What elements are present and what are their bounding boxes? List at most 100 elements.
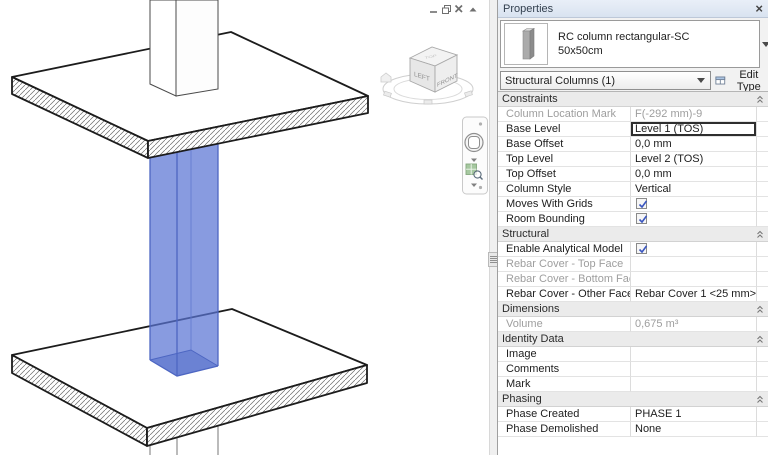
navigation-bar[interactable] <box>463 117 488 194</box>
property-value[interactable]: 0,0 mm <box>631 167 757 182</box>
collapse-section-icon[interactable] <box>756 395 764 404</box>
property-name: Enable Analytical Model <box>498 242 631 257</box>
property-row-volume[interactable]: Volume 0,675 m³ <box>498 317 768 332</box>
properties-table: Constraints Column Location Mark F(-292 … <box>498 91 768 455</box>
upper-column[interactable] <box>150 0 218 96</box>
property-name: Moves With Grids <box>498 197 631 212</box>
property-row-room-bounding[interactable]: Room Bounding <box>498 212 768 227</box>
property-row-rebar-cover-other-faces[interactable]: Rebar Cover - Other Faces Rebar Cover 1 … <box>498 287 768 302</box>
collapse-section-icon[interactable] <box>756 230 764 239</box>
property-row-enable-analytical-model[interactable]: Enable Analytical Model <box>498 242 768 257</box>
element-filter-dropdown[interactable]: Structural Columns (1) <box>500 71 711 90</box>
section-header-dimensions[interactable]: Dimensions <box>498 302 768 317</box>
column-preview-icon <box>505 24 547 64</box>
property-value <box>631 257 757 272</box>
property-row-column-location-mark[interactable]: Column Location Mark F(-292 mm)-9 <box>498 107 768 122</box>
type-name: RC column rectangular-SC 50x50cm <box>558 30 689 58</box>
property-name: Comments <box>498 362 631 377</box>
minimize-icon[interactable] <box>427 3 439 15</box>
close-window-icon[interactable] <box>453 3 465 15</box>
close-panel-icon[interactable]: × <box>755 4 763 14</box>
property-row-phase-demolished[interactable]: Phase Demolished None <box>498 422 768 437</box>
property-name: Image <box>498 347 631 362</box>
property-row-top-offset[interactable]: Top Offset 0,0 mm <box>498 167 768 182</box>
filter-selected-value: Structural Columns (1) <box>505 75 697 87</box>
section-header-identity-data[interactable]: Identity Data <box>498 332 768 347</box>
property-value: F(-292 mm)-9 <box>631 107 757 122</box>
property-name: Base Offset <box>498 137 631 152</box>
type-selector[interactable]: RC column rectangular-SC 50x50cm <box>500 20 760 68</box>
section-header-constraints[interactable]: Constraints <box>498 92 768 107</box>
property-value[interactable] <box>631 362 757 377</box>
property-name: Volume <box>498 317 631 332</box>
property-row-base-level[interactable]: Base Level Level 1 (TOS) <box>498 122 768 137</box>
property-value[interactable] <box>631 347 757 362</box>
type-name-line1: RC column rectangular-SC <box>558 30 689 44</box>
section-label: Structural <box>502 228 756 240</box>
property-value[interactable]: PHASE 1 <box>631 407 757 422</box>
section-label: Phasing <box>502 393 756 405</box>
drawing-area[interactable]: TOP LEFT FRONT <box>0 0 489 455</box>
type-dropdown-arrow-icon[interactable] <box>762 42 768 47</box>
property-row-base-offset[interactable]: Base Offset 0,0 mm <box>498 137 768 152</box>
property-row-rebar-cover-bottom-face[interactable]: Rebar Cover - Bottom Face <box>498 272 768 287</box>
revit-window: TOP LEFT FRONT <box>0 0 768 455</box>
panel-splitter[interactable] <box>489 0 497 455</box>
property-value[interactable] <box>631 212 757 227</box>
edit-type-button[interactable]: Edit Type <box>715 71 768 90</box>
section-header-phasing[interactable]: Phasing <box>498 392 768 407</box>
collapse-section-icon[interactable] <box>756 95 764 104</box>
property-name: Phase Demolished <box>498 422 631 437</box>
property-row-comments[interactable]: Comments <box>498 362 768 377</box>
viewcube[interactable]: TOP LEFT FRONT <box>381 47 473 104</box>
properties-title-bar[interactable]: Properties × <box>498 0 768 18</box>
property-value[interactable] <box>631 377 757 392</box>
section-label: Identity Data <box>502 333 756 345</box>
collapse-section-icon[interactable] <box>756 305 764 314</box>
property-row-rebar-cover-top-face[interactable]: Rebar Cover - Top Face <box>498 257 768 272</box>
restore-window-icon[interactable] <box>440 3 452 15</box>
section-label: Constraints <box>502 93 756 105</box>
property-value[interactable]: Level 2 (TOS) <box>631 152 757 167</box>
property-name: Base Level <box>498 122 631 137</box>
property-row-phase-created[interactable]: Phase Created PHASE 1 <box>498 407 768 422</box>
model-3d: TOP LEFT FRONT <box>0 0 489 455</box>
property-value[interactable]: Rebar Cover 1 <25 mm> <box>631 287 757 302</box>
filter-dropdown-arrow-icon <box>697 78 705 83</box>
property-value: 0,675 m³ <box>631 317 757 332</box>
property-row-moves-with-grids[interactable]: Moves With Grids <box>498 197 768 212</box>
edit-type-label: Edit Type <box>729 69 768 93</box>
property-name: Room Bounding <box>498 212 631 227</box>
property-row-top-level[interactable]: Top Level Level 2 (TOS) <box>498 152 768 167</box>
selected-column[interactable] <box>150 140 218 376</box>
property-value[interactable]: 0,0 mm <box>631 137 757 152</box>
property-row-mark[interactable]: Mark <box>498 377 768 392</box>
section-header-structural[interactable]: Structural <box>498 227 768 242</box>
property-name: Mark <box>498 377 631 392</box>
property-value[interactable]: Vertical <box>631 182 757 197</box>
property-value <box>631 272 757 287</box>
property-value-selected[interactable]: Level 1 (TOS) <box>631 122 757 137</box>
checkbox-checked[interactable] <box>636 243 647 254</box>
checkbox-checked[interactable] <box>636 198 647 209</box>
viewcube-home-icon[interactable] <box>381 73 391 82</box>
collapse-panel-icon[interactable] <box>467 3 479 15</box>
section-label: Dimensions <box>502 303 756 315</box>
property-value[interactable]: None <box>631 422 757 437</box>
property-name: Rebar Cover - Bottom Face <box>498 272 631 287</box>
type-name-line2: 50x50cm <box>558 44 689 58</box>
steering-wheel-icon[interactable] <box>465 134 483 152</box>
property-name: Column Style <box>498 182 631 197</box>
property-value[interactable] <box>631 197 757 212</box>
property-row-column-style[interactable]: Column Style Vertical <box>498 182 768 197</box>
property-row-image[interactable]: Image <box>498 347 768 362</box>
property-name: Phase Created <box>498 407 631 422</box>
checkbox-checked[interactable] <box>636 213 647 224</box>
property-value[interactable] <box>631 242 757 257</box>
property-name: Column Location Mark <box>498 107 631 122</box>
collapse-section-icon[interactable] <box>756 335 764 344</box>
properties-panel: Properties × RC column rectangular-SC 50… <box>497 0 768 455</box>
type-thumbnail <box>504 23 548 65</box>
panel-title: Properties <box>503 3 755 15</box>
property-name: Top Offset <box>498 167 631 182</box>
